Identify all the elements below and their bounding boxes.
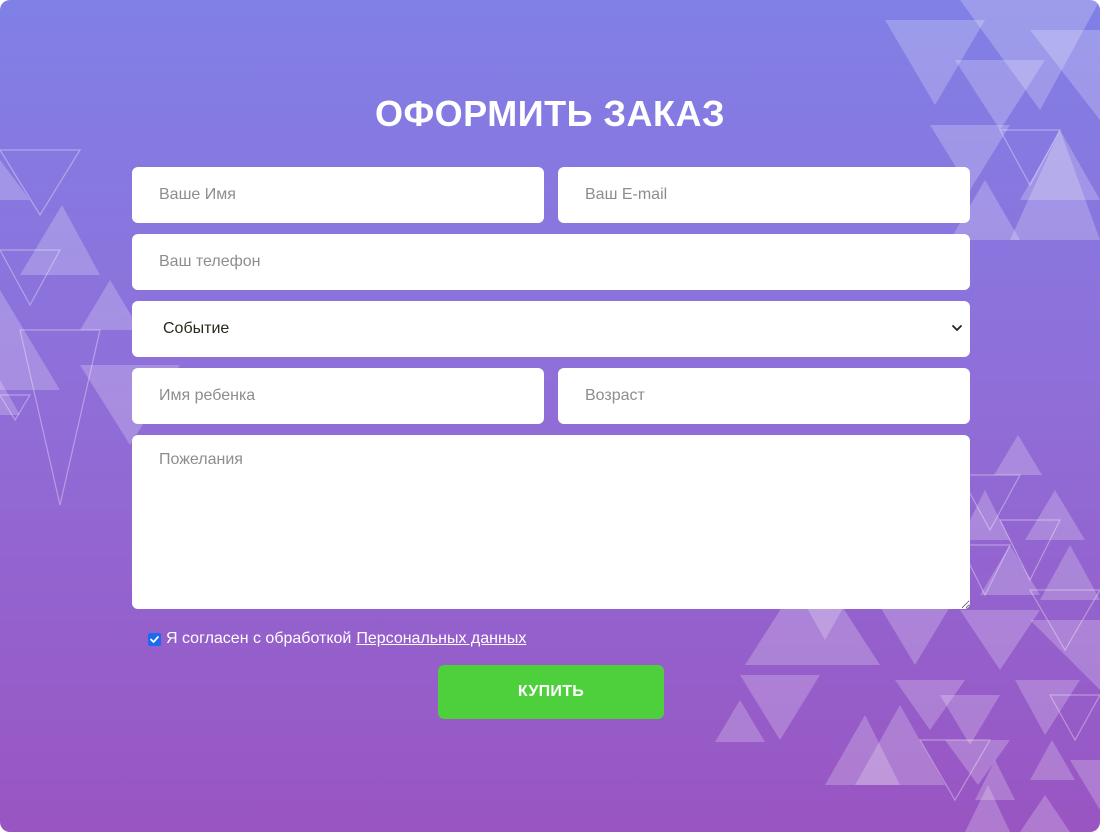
consent-checkbox[interactable] — [148, 632, 161, 646]
name-input[interactable] — [132, 167, 544, 223]
phone-input[interactable] — [132, 234, 970, 290]
age-input[interactable] — [558, 368, 970, 424]
order-form-window: ОФОРМИТЬ ЗАКАЗ Событие Я согласен с обра… — [0, 0, 1100, 832]
event-select[interactable]: Событие — [132, 301, 970, 357]
chevron-down-icon — [952, 325, 962, 331]
consent-label: Я согласен с обработкой — [166, 630, 352, 647]
consent-row: Я согласен с обработкой Персональных дан… — [148, 630, 526, 648]
event-select-value: Событие — [163, 320, 230, 337]
check-icon — [150, 635, 159, 643]
child-name-input[interactable] — [132, 368, 544, 424]
email-input[interactable] — [558, 167, 970, 223]
wishes-textarea[interactable] — [132, 435, 970, 609]
personal-data-link[interactable]: Персональных данных — [356, 630, 526, 648]
buy-button[interactable]: КУПИТЬ — [438, 665, 664, 719]
page-title: ОФОРМИТЬ ЗАКАЗ — [374, 93, 726, 134]
